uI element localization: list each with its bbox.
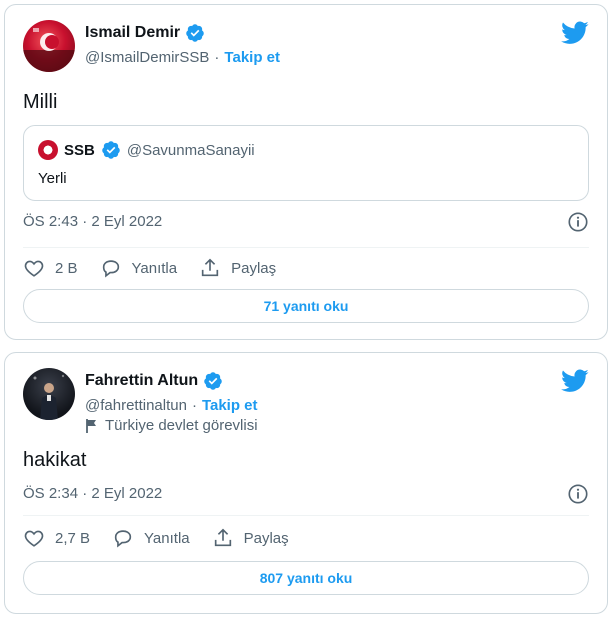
avatar[interactable]: [23, 20, 75, 72]
tweet-text: hakikat: [23, 449, 87, 471]
twitter-bird-icon[interactable]: [561, 369, 589, 393]
author-name[interactable]: Fahrettin Altun: [85, 372, 198, 390]
like-count: 2,7 B: [55, 529, 91, 547]
author-handle[interactable]: @IsmailDemirSSB: [85, 49, 209, 66]
tweet-text: Milli: [23, 91, 58, 113]
tweet-actions: 2,7 B Yanıtla Paylaş: [23, 527, 311, 549]
read-replies-button[interactable]: 71 yanıtı oku: [23, 289, 589, 323]
handle-line: @IsmailDemirSSB · Takip et: [85, 49, 280, 66]
twitter-bird-icon[interactable]: [561, 21, 589, 45]
share-button[interactable]: Paylaş: [199, 257, 276, 279]
avatar[interactable]: [23, 368, 75, 420]
reply-button[interactable]: Yanıtla: [100, 257, 178, 279]
share-icon: [214, 528, 231, 547]
reply-label: Yanıtla: [131, 259, 178, 277]
tweet-actions: 2 B Yanıtla Paylaş: [23, 257, 298, 279]
separator: ·: [191, 397, 197, 414]
verified-badge-icon: [204, 372, 222, 390]
like-button[interactable]: 2 B: [23, 257, 78, 279]
follow-button[interactable]: Takip et: [202, 397, 258, 414]
info-icon[interactable]: [567, 211, 589, 233]
author-handle[interactable]: @fahrettinaltun: [85, 397, 187, 414]
separator: ·: [214, 49, 220, 66]
share-label: Paylaş: [231, 259, 277, 277]
flag-icon: [86, 418, 96, 433]
quote-avatar: [38, 140, 58, 160]
government-label-text: Türkiye devlet görevlisi: [105, 417, 258, 434]
quoted-tweet[interactable]: SSB @SavunmaSanayii Yerli: [23, 125, 589, 201]
reply-bubble-icon: [102, 260, 119, 278]
author-name[interactable]: Ismail Demir: [85, 24, 180, 42]
reply-bubble-icon: [114, 530, 132, 548]
quote-text: Yerli: [38, 170, 67, 187]
quote-author-handle: @SavunmaSanayii: [126, 141, 255, 159]
share-button[interactable]: Paylaş: [212, 527, 289, 549]
like-count: 2 B: [55, 259, 78, 277]
tweet-timestamp[interactable]: ÖS 2:43 · 2 Eyl 2022: [23, 213, 162, 230]
info-icon[interactable]: [567, 483, 589, 505]
handle-line: @fahrettinaltun · Takip et: [85, 397, 258, 414]
read-replies-button[interactable]: 807 yanıtı oku: [23, 561, 589, 595]
heart-icon: [24, 530, 44, 547]
tweet-card: Ismail Demir @IsmailDemirSSB · Takip et …: [4, 4, 608, 340]
divider: [23, 515, 589, 516]
divider: [23, 247, 589, 248]
reply-label: Yanıtla: [144, 529, 190, 547]
government-label: Türkiye devlet görevlisi: [85, 417, 258, 434]
tweet-timestamp[interactable]: ÖS 2:34 · 2 Eyl 2022: [23, 485, 162, 502]
author-line: Fahrettin Altun: [85, 371, 223, 391]
share-label: Paylaş: [243, 529, 289, 547]
like-button[interactable]: 2,7 B: [23, 527, 90, 549]
quote-author-name: SSB: [64, 141, 95, 159]
verified-badge-icon: [186, 24, 204, 42]
follow-button[interactable]: Takip et: [224, 49, 280, 66]
tweet-card: Fahrettin Altun @fahrettinaltun · Takip …: [4, 352, 608, 614]
quote-header: SSB @SavunmaSanayii: [38, 140, 255, 160]
heart-icon: [24, 260, 44, 277]
author-line: Ismail Demir: [85, 23, 205, 43]
reply-button[interactable]: Yanıtla: [112, 527, 190, 549]
share-icon: [201, 258, 219, 277]
verified-badge-icon: [102, 141, 120, 159]
